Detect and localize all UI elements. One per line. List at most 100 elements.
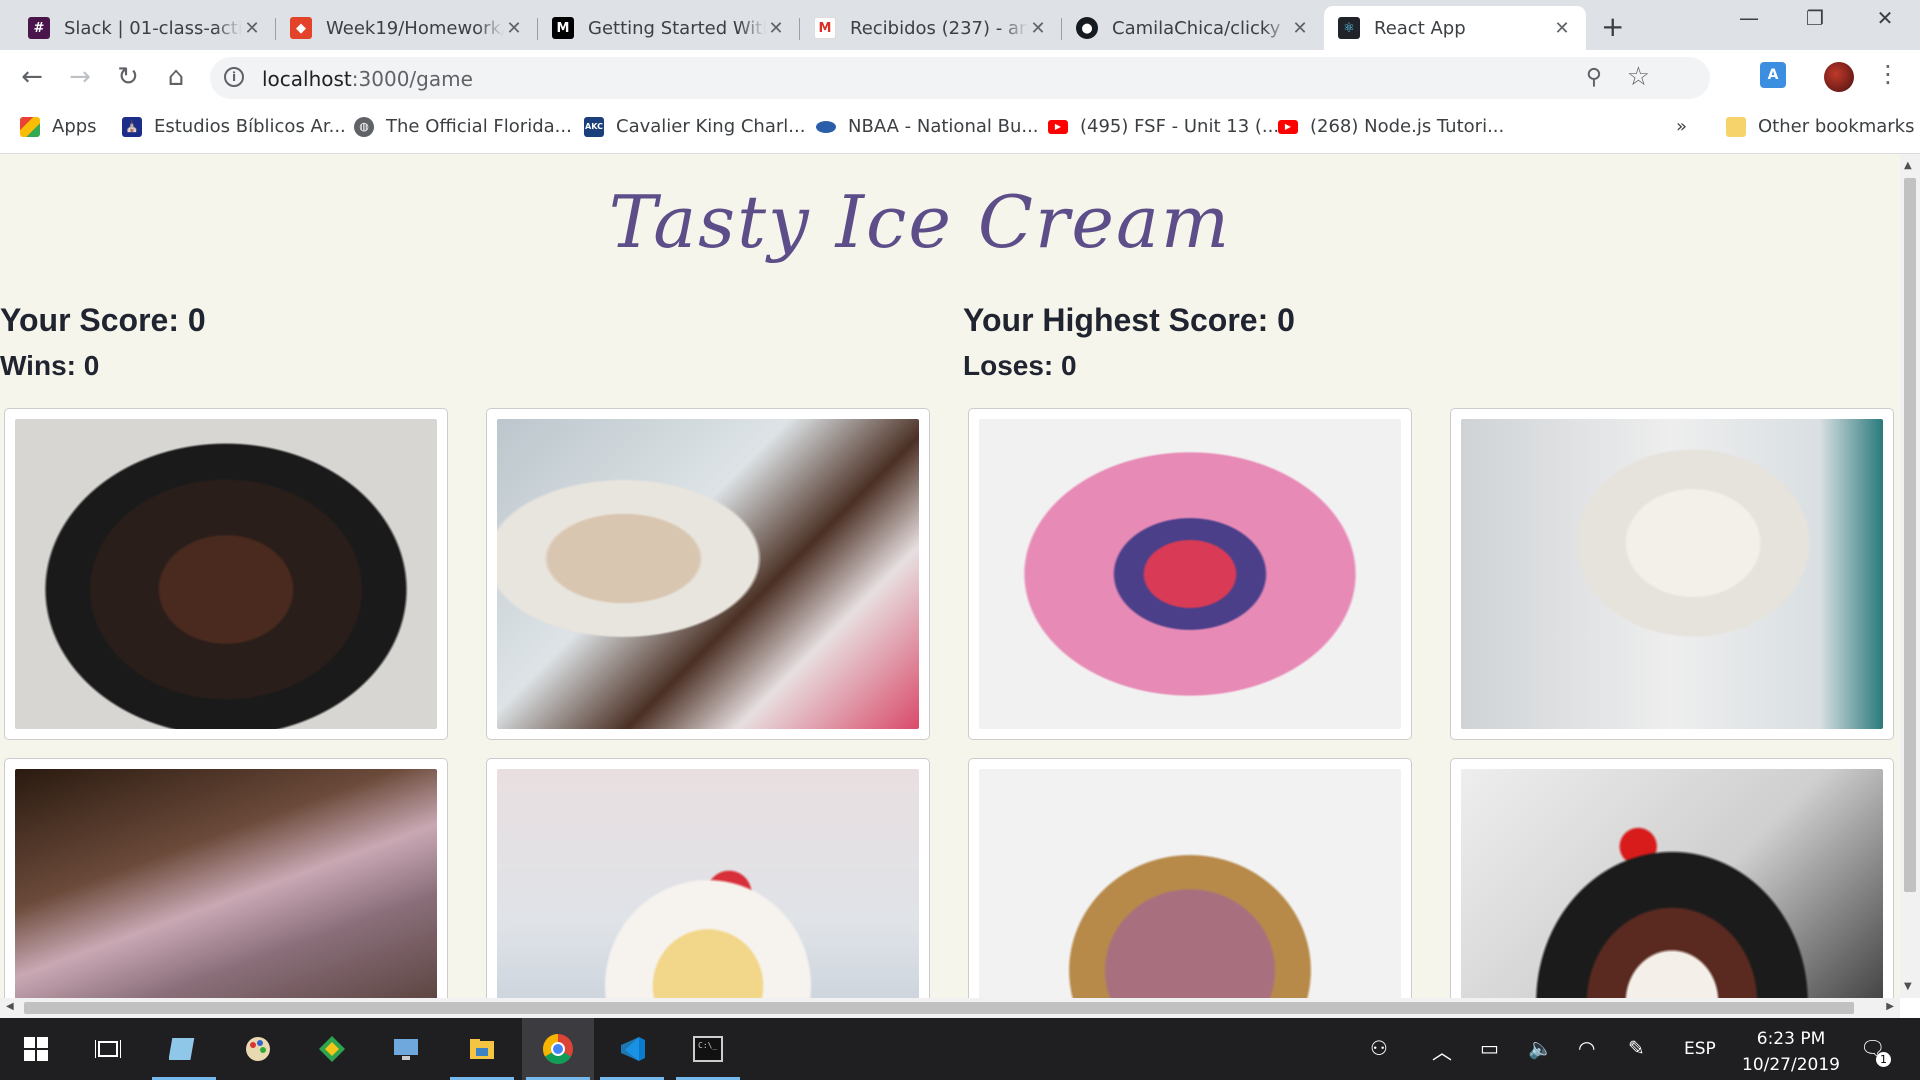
close-icon[interactable]: ✕ bbox=[1552, 18, 1572, 39]
restore-button[interactable]: ❐ bbox=[1800, 6, 1830, 30]
tab-title: Slack | 01-class-activi bbox=[64, 17, 242, 39]
close-icon[interactable]: ✕ bbox=[1290, 18, 1310, 39]
url-text[interactable]: localhost:3000/game bbox=[262, 67, 473, 91]
tab-gitlab[interactable]: ◆ Week19/Homework/ ✕ bbox=[276, 6, 538, 50]
scroll-thumb[interactable] bbox=[24, 1002, 1854, 1014]
scroll-thumb[interactable] bbox=[1904, 178, 1916, 892]
bookmark-other[interactable]: Other bookmarks bbox=[1726, 116, 1914, 137]
app-icon-notes[interactable] bbox=[148, 1018, 220, 1080]
tab-slack[interactable]: # Slack | 01-class-activi ✕ bbox=[14, 6, 276, 50]
minimize-button[interactable]: — bbox=[1734, 6, 1764, 30]
browser-toolbar: ← → ↻ ⌂ i localhost:3000/game ⚲ ☆ bbox=[0, 50, 1920, 106]
bookmark-florida[interactable]: ◍ The Official Florida... bbox=[354, 116, 572, 137]
bookmark-fsf[interactable]: ▶ (495) FSF - Unit 13 (... bbox=[1048, 116, 1279, 137]
youtube-icon: ▶ bbox=[1278, 119, 1298, 134]
scroll-left-icon[interactable]: ◀ bbox=[6, 1001, 14, 1012]
close-window-button[interactable]: ✕ bbox=[1870, 6, 1900, 30]
horizontal-scrollbar[interactable]: ◀ ▶ bbox=[0, 998, 1900, 1018]
home-icon[interactable]: ⌂ bbox=[160, 62, 192, 92]
ice-cream-card[interactable] bbox=[968, 408, 1412, 740]
tab-react-app[interactable]: ⚛ React App ✕ bbox=[1324, 6, 1586, 50]
berry-ice-cream-cone-image bbox=[979, 769, 1401, 998]
tab-github[interactable]: ● CamilaChica/clicky ✕ bbox=[1062, 6, 1324, 50]
bookmark-nodejs[interactable]: ▶ (268) Node.js Tutori... bbox=[1278, 116, 1504, 137]
zoom-icon[interactable]: ⚲ bbox=[1586, 65, 1602, 90]
ice-cream-card[interactable] bbox=[486, 758, 930, 998]
bookmark-apps[interactable]: Apps bbox=[20, 116, 97, 137]
scroll-up-icon[interactable]: ▲ bbox=[1904, 160, 1912, 171]
high-score-display: Your Highest Score: 0 bbox=[963, 302, 1295, 338]
info-icon[interactable]: i bbox=[224, 67, 244, 87]
bookmark-site-icon: ⛪ bbox=[122, 116, 142, 137]
bookmark-label: (268) Node.js Tutori... bbox=[1310, 116, 1505, 137]
globe-icon: ◍ bbox=[354, 116, 374, 137]
github-icon: ● bbox=[1076, 17, 1098, 39]
ice-cream-card[interactable] bbox=[4, 758, 448, 998]
wifi-icon[interactable]: ◠ bbox=[1578, 1036, 1595, 1060]
paint-icon[interactable] bbox=[222, 1018, 294, 1080]
git-kraken-icon[interactable] bbox=[296, 1018, 368, 1080]
tab-strip: # Slack | 01-class-activi ✕ ◆ Week19/Hom… bbox=[0, 0, 1920, 50]
scroll-right-icon[interactable]: ▶ bbox=[1886, 1001, 1894, 1012]
bookmark-nbaa[interactable]: NBAA - National Bu... bbox=[816, 116, 1039, 137]
bookmarks-bar: Apps ⛪ Estudios Bíblicos Ar... ◍ The Off… bbox=[0, 106, 1920, 154]
ice-cream-card[interactable] bbox=[968, 758, 1412, 998]
close-icon[interactable]: ✕ bbox=[504, 18, 524, 39]
clock-date: 10/27/2019 bbox=[1742, 1055, 1840, 1075]
ice-cream-card[interactable] bbox=[1450, 758, 1894, 998]
extension-icon[interactable]: A bbox=[1760, 62, 1786, 88]
clock-time: 6:23 PM bbox=[1756, 1029, 1826, 1049]
close-icon[interactable]: ✕ bbox=[1028, 18, 1048, 39]
close-icon[interactable]: ✕ bbox=[242, 18, 262, 39]
tab-gmail[interactable]: M Recibidos (237) - and ✕ bbox=[800, 6, 1062, 50]
vertical-scrollbar[interactable]: ▲ ▼ bbox=[1900, 154, 1920, 998]
chocolate-ice-cream-bowl-image bbox=[15, 419, 437, 729]
ice-cream-card[interactable] bbox=[1450, 408, 1894, 740]
url-host: localhost bbox=[262, 67, 352, 91]
bookmarks-overflow[interactable]: » bbox=[1676, 116, 1687, 137]
ice-cream-card[interactable] bbox=[486, 408, 930, 740]
terminal-icon[interactable]: C:\_ bbox=[672, 1018, 744, 1080]
tab-medium[interactable]: M Getting Started With ✕ bbox=[538, 6, 800, 50]
bookmark-star-icon[interactable]: ☆ bbox=[1627, 62, 1650, 92]
battery-icon[interactable]: ▭ bbox=[1480, 1036, 1499, 1060]
bookmark-estudios[interactable]: ⛪ Estudios Bíblicos Ar... bbox=[122, 116, 346, 137]
profile-avatar[interactable] bbox=[1824, 62, 1854, 92]
ice-cream-card[interactable] bbox=[4, 408, 448, 740]
pen-icon[interactable]: ✎ bbox=[1628, 1036, 1645, 1060]
clock[interactable]: 6:23 PM 10/27/2019 bbox=[1736, 1026, 1846, 1078]
youtube-icon: ▶ bbox=[1048, 119, 1068, 134]
berry-waffle-image bbox=[979, 419, 1401, 729]
chevron-up-icon[interactable]: ︿ bbox=[1432, 1036, 1452, 1065]
medium-icon: M bbox=[552, 17, 574, 39]
scroll-down-icon[interactable]: ▼ bbox=[1904, 981, 1912, 992]
forward-arrow-icon[interactable]: → bbox=[64, 62, 96, 92]
akc-icon: AKC bbox=[584, 116, 604, 137]
vscode-icon[interactable] bbox=[596, 1018, 668, 1080]
menu-icon[interactable]: ⋮ bbox=[1876, 60, 1900, 88]
bookmark-akc[interactable]: AKC Cavalier King Charl... bbox=[584, 116, 805, 137]
bookmark-label: Apps bbox=[52, 116, 97, 137]
windows-start-icon[interactable] bbox=[0, 1018, 72, 1080]
file-explorer-icon[interactable] bbox=[446, 1018, 518, 1080]
tab-title: Recibidos (237) - and bbox=[850, 17, 1028, 39]
new-tab-button[interactable]: + bbox=[1601, 10, 1624, 43]
bookmark-label: Cavalier King Charl... bbox=[616, 116, 806, 137]
bookmark-label: (495) FSF - Unit 13 (... bbox=[1080, 116, 1280, 137]
back-arrow-icon[interactable]: ← bbox=[16, 62, 48, 92]
address-bar[interactable]: i localhost:3000/game ⚲ ☆ bbox=[210, 57, 1710, 99]
chrome-icon[interactable] bbox=[522, 1018, 594, 1080]
volume-icon[interactable]: 🔈 bbox=[1528, 1036, 1553, 1060]
gitlab-icon: ◆ bbox=[290, 17, 312, 39]
bookmark-label: The Official Florida... bbox=[386, 116, 572, 137]
taskbar: C:\_ ⚇ ︿ ▭ 🔈 ◠ ✎ ESP 6:23 PM 10/27/2019 … bbox=[0, 1018, 1920, 1080]
slack-icon: # bbox=[28, 17, 50, 39]
reload-icon[interactable]: ↻ bbox=[112, 62, 144, 92]
language-indicator[interactable]: ESP bbox=[1684, 1039, 1716, 1059]
url-path: :3000/game bbox=[351, 67, 473, 91]
task-view-icon[interactable] bbox=[72, 1018, 144, 1080]
remote-desktop-icon[interactable] bbox=[370, 1018, 442, 1080]
close-icon[interactable]: ✕ bbox=[766, 18, 786, 39]
bookmark-label: Estudios Bíblicos Ar... bbox=[154, 116, 346, 137]
people-icon[interactable]: ⚇ bbox=[1370, 1036, 1388, 1060]
